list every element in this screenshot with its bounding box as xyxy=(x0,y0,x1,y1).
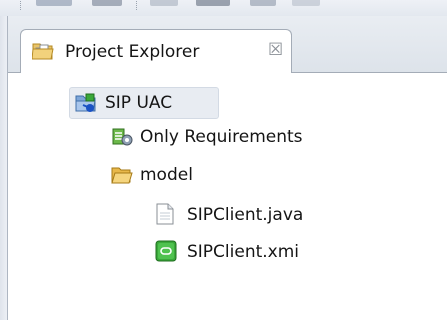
project-folder-icon xyxy=(75,93,97,113)
toolbar-button[interactable] xyxy=(196,0,230,6)
tree-item-label: Only Requirements xyxy=(140,127,303,147)
tree-item-label: model xyxy=(140,165,193,185)
main-toolbar xyxy=(0,0,447,16)
file-icon xyxy=(155,203,175,225)
toolbar-button[interactable] xyxy=(250,0,276,6)
tree-item-label: SIPClient.java xyxy=(187,205,304,225)
project-tree: SIP UAC Only Requirements model SIPClien… xyxy=(9,73,447,320)
open-folder-icon xyxy=(111,165,133,185)
project-explorer-tab[interactable]: Project Explorer ☒ xyxy=(20,29,292,73)
tab-title: Project Explorer xyxy=(65,42,200,62)
view-tab-strip: Project Explorer ☒ xyxy=(8,16,447,73)
requirements-filter-icon xyxy=(111,127,133,147)
project-explorer-icon xyxy=(31,41,56,61)
model-file-icon xyxy=(155,240,177,262)
window-edge xyxy=(0,16,8,320)
tree-item-label: SIP UAC xyxy=(105,93,173,113)
toolbar-separator xyxy=(136,1,139,10)
close-icon[interactable]: ☒ xyxy=(268,40,283,60)
toolbar-button[interactable] xyxy=(36,0,72,6)
toolbar-button[interactable] xyxy=(292,0,320,6)
toolbar-button[interactable] xyxy=(92,0,122,6)
toolbar-separator xyxy=(20,1,23,10)
tree-item-label: SIPClient.xmi xyxy=(187,242,300,262)
toolbar-button[interactable] xyxy=(150,0,178,6)
